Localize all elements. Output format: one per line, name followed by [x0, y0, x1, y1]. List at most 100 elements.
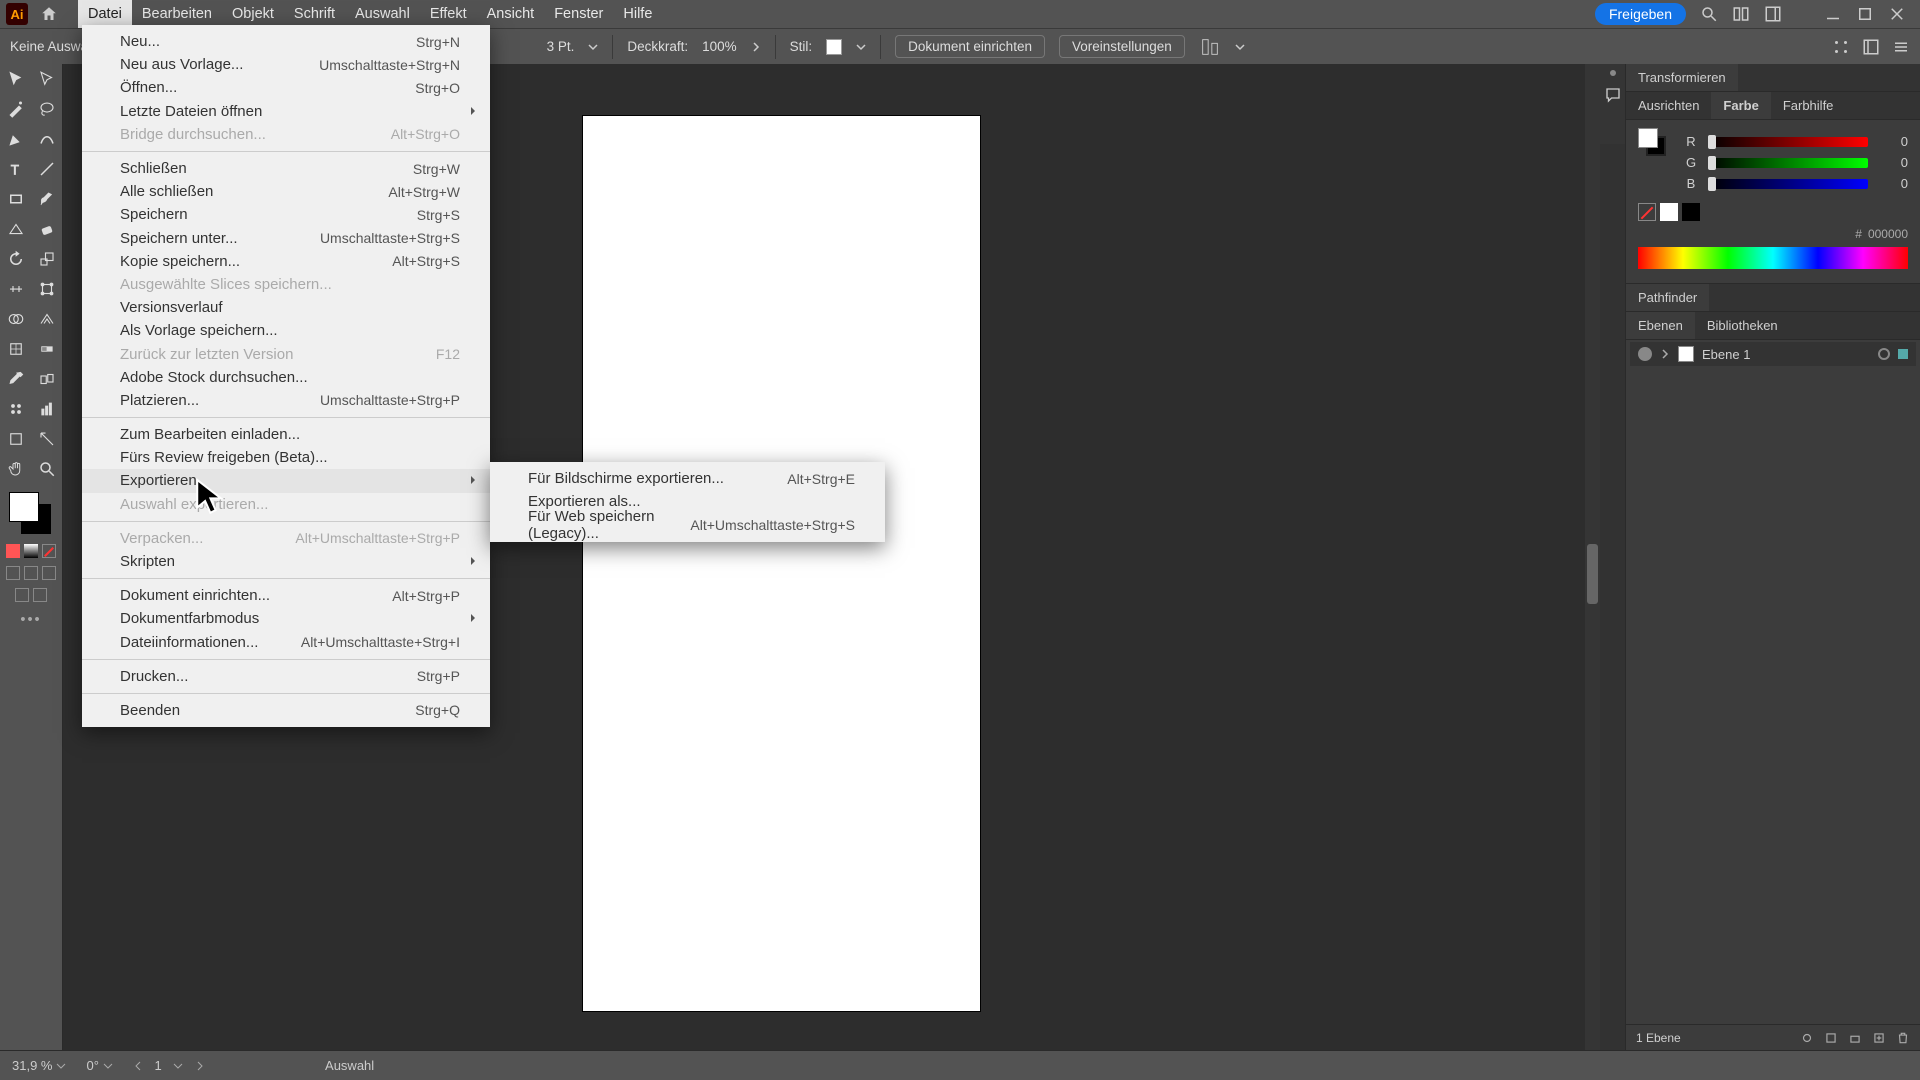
- locate-icon[interactable]: [1800, 1031, 1814, 1045]
- menubar-item-fenster[interactable]: Fenster: [544, 0, 613, 28]
- opacity-value[interactable]: 100%: [702, 39, 737, 54]
- preferences-button[interactable]: Voreinstellungen: [1059, 35, 1185, 58]
- zoom-dropdown[interactable]: 31,9 %: [12, 1058, 66, 1073]
- r-slider[interactable]: [1708, 137, 1868, 147]
- stroke-weight[interactable]: 3 Pt.: [547, 39, 575, 54]
- trash-icon[interactable]: [1896, 1031, 1910, 1045]
- graph-tool[interactable]: [31, 394, 62, 424]
- hand-tool[interactable]: [0, 454, 31, 484]
- lasso-tool[interactable]: [31, 94, 62, 124]
- menu-item[interactable]: Speichern unter...Umschalttaste+Strg+S: [82, 227, 490, 250]
- chevron-right-icon[interactable]: [1660, 349, 1670, 359]
- free-transform-tool[interactable]: [31, 274, 62, 304]
- snap-icon[interactable]: [1832, 38, 1850, 56]
- new-sublayer-icon[interactable]: [1848, 1031, 1862, 1045]
- menubar-item-effekt[interactable]: Effekt: [420, 0, 477, 28]
- menu-item[interactable]: Versionsverlauf: [82, 296, 490, 319]
- eraser-tool[interactable]: [31, 214, 62, 244]
- tab-color-guide[interactable]: Farbhilfe: [1771, 92, 1846, 119]
- submenu-item[interactable]: Für Web speichern (Legacy)...Alt+Umschal…: [490, 513, 885, 536]
- menu-item[interactable]: Dokumentfarbmodus: [82, 607, 490, 630]
- screen-mode-row[interactable]: [0, 588, 62, 602]
- mesh-tool[interactable]: [0, 334, 31, 364]
- selection-tool[interactable]: [0, 64, 31, 94]
- line-tool[interactable]: [31, 154, 62, 184]
- menubar-item-objekt[interactable]: Objekt: [222, 0, 284, 28]
- scale-tool[interactable]: [31, 244, 62, 274]
- slice-tool[interactable]: [31, 424, 62, 454]
- hex-value[interactable]: 000000: [1868, 227, 1908, 241]
- menu-item[interactable]: Platzieren...Umschalttaste+Strg+P: [82, 389, 490, 412]
- menu-item[interactable]: SchließenStrg+W: [82, 157, 490, 180]
- none-swatch[interactable]: [1638, 203, 1656, 221]
- search-icon[interactable]: [1700, 5, 1718, 23]
- share-button[interactable]: Freigeben: [1595, 3, 1686, 25]
- menu-item[interactable]: Exportieren: [82, 469, 490, 492]
- g-slider[interactable]: [1708, 158, 1868, 168]
- tab-layers[interactable]: Ebenen: [1626, 312, 1695, 339]
- new-layer-icon[interactable]: [1872, 1031, 1886, 1045]
- menu-item[interactable]: BeendenStrg+Q: [82, 699, 490, 722]
- submenu-item[interactable]: Für Bildschirme exportieren...Alt+Strg+E: [490, 467, 885, 490]
- close-icon[interactable]: [1888, 5, 1906, 23]
- artboard-nav[interactable]: 1: [133, 1058, 205, 1073]
- menubar-item-schrift[interactable]: Schrift: [284, 0, 345, 28]
- zoom-tool[interactable]: [31, 454, 62, 484]
- menu-item[interactable]: Öffnen...Strg+O: [82, 76, 490, 99]
- rectangle-tool[interactable]: [0, 184, 31, 214]
- menubar-item-datei[interactable]: Datei: [78, 0, 132, 28]
- menu-item[interactable]: Skripten: [82, 550, 490, 573]
- curvature-tool[interactable]: [31, 124, 62, 154]
- artboard[interactable]: [583, 116, 980, 1011]
- tab-libraries[interactable]: Bibliotheken: [1695, 312, 1790, 339]
- menubar-item-auswahl[interactable]: Auswahl: [345, 0, 420, 28]
- document-setup-button[interactable]: Dokument einrichten: [895, 35, 1045, 58]
- menu-item[interactable]: Neu aus Vorlage...Umschalttaste+Strg+N: [82, 53, 490, 76]
- layer-name[interactable]: Ebene 1: [1702, 347, 1750, 362]
- menubar-item-ansicht[interactable]: Ansicht: [477, 0, 545, 28]
- rotation-dropdown[interactable]: 0°: [86, 1058, 112, 1073]
- comment-icon[interactable]: [1604, 86, 1622, 104]
- menubar-item-hilfe[interactable]: Hilfe: [613, 0, 662, 28]
- rotate-tool[interactable]: [0, 244, 31, 274]
- brush-tool[interactable]: [31, 184, 62, 214]
- minimize-icon[interactable]: [1824, 5, 1842, 23]
- layer-row[interactable]: Ebene 1: [1630, 342, 1916, 366]
- menu-item[interactable]: Adobe Stock durchsuchen...: [82, 366, 490, 389]
- arrange-icon[interactable]: [1732, 5, 1750, 23]
- b-value[interactable]: 0: [1878, 176, 1908, 191]
- symbol-tool[interactable]: [0, 394, 31, 424]
- menu-item[interactable]: Zum Bearbeiten einladen...: [82, 423, 490, 446]
- menu-item[interactable]: Als Vorlage speichern...: [82, 319, 490, 342]
- home-icon[interactable]: [38, 3, 60, 25]
- chevron-down-icon[interactable]: [588, 42, 598, 52]
- blend-tool[interactable]: [31, 364, 62, 394]
- menu-item[interactable]: Alle schließenAlt+Strg+W: [82, 180, 490, 203]
- shape-builder-tool[interactable]: [0, 304, 31, 334]
- menu-icon[interactable]: [1892, 38, 1910, 56]
- color-mode-row[interactable]: [0, 544, 62, 558]
- target-icon[interactable]: [1878, 348, 1890, 360]
- visibility-icon[interactable]: [1638, 347, 1652, 361]
- menu-item[interactable]: Dokument einrichten...Alt+Strg+P: [82, 584, 490, 607]
- wand-tool[interactable]: [0, 94, 31, 124]
- chevron-down-icon[interactable]: [856, 42, 866, 52]
- perspective-tool[interactable]: [31, 304, 62, 334]
- tab-color[interactable]: Farbe: [1711, 92, 1770, 119]
- menu-item[interactable]: SpeichernStrg+S: [82, 203, 490, 226]
- width-tool[interactable]: [0, 274, 31, 304]
- collapse-icon[interactable]: [1610, 70, 1616, 76]
- style-swatch[interactable]: [826, 39, 842, 55]
- draw-mode-row[interactable]: [0, 566, 62, 580]
- workspace-icon[interactable]: [1764, 5, 1782, 23]
- chevron-right-icon[interactable]: [751, 42, 761, 52]
- scrollbar-vertical[interactable]: [1585, 64, 1600, 1050]
- menu-item[interactable]: Letzte Dateien öffnen: [82, 100, 490, 123]
- shaper-tool[interactable]: [0, 214, 31, 244]
- fill-stroke-swatch[interactable]: [9, 492, 53, 536]
- spectrum-strip[interactable]: [1638, 247, 1908, 269]
- direct-selection-tool[interactable]: [31, 64, 62, 94]
- menu-item[interactable]: Kopie speichern...Alt+Strg+S: [82, 250, 490, 273]
- maximize-icon[interactable]: [1856, 5, 1874, 23]
- b-slider[interactable]: [1708, 179, 1868, 189]
